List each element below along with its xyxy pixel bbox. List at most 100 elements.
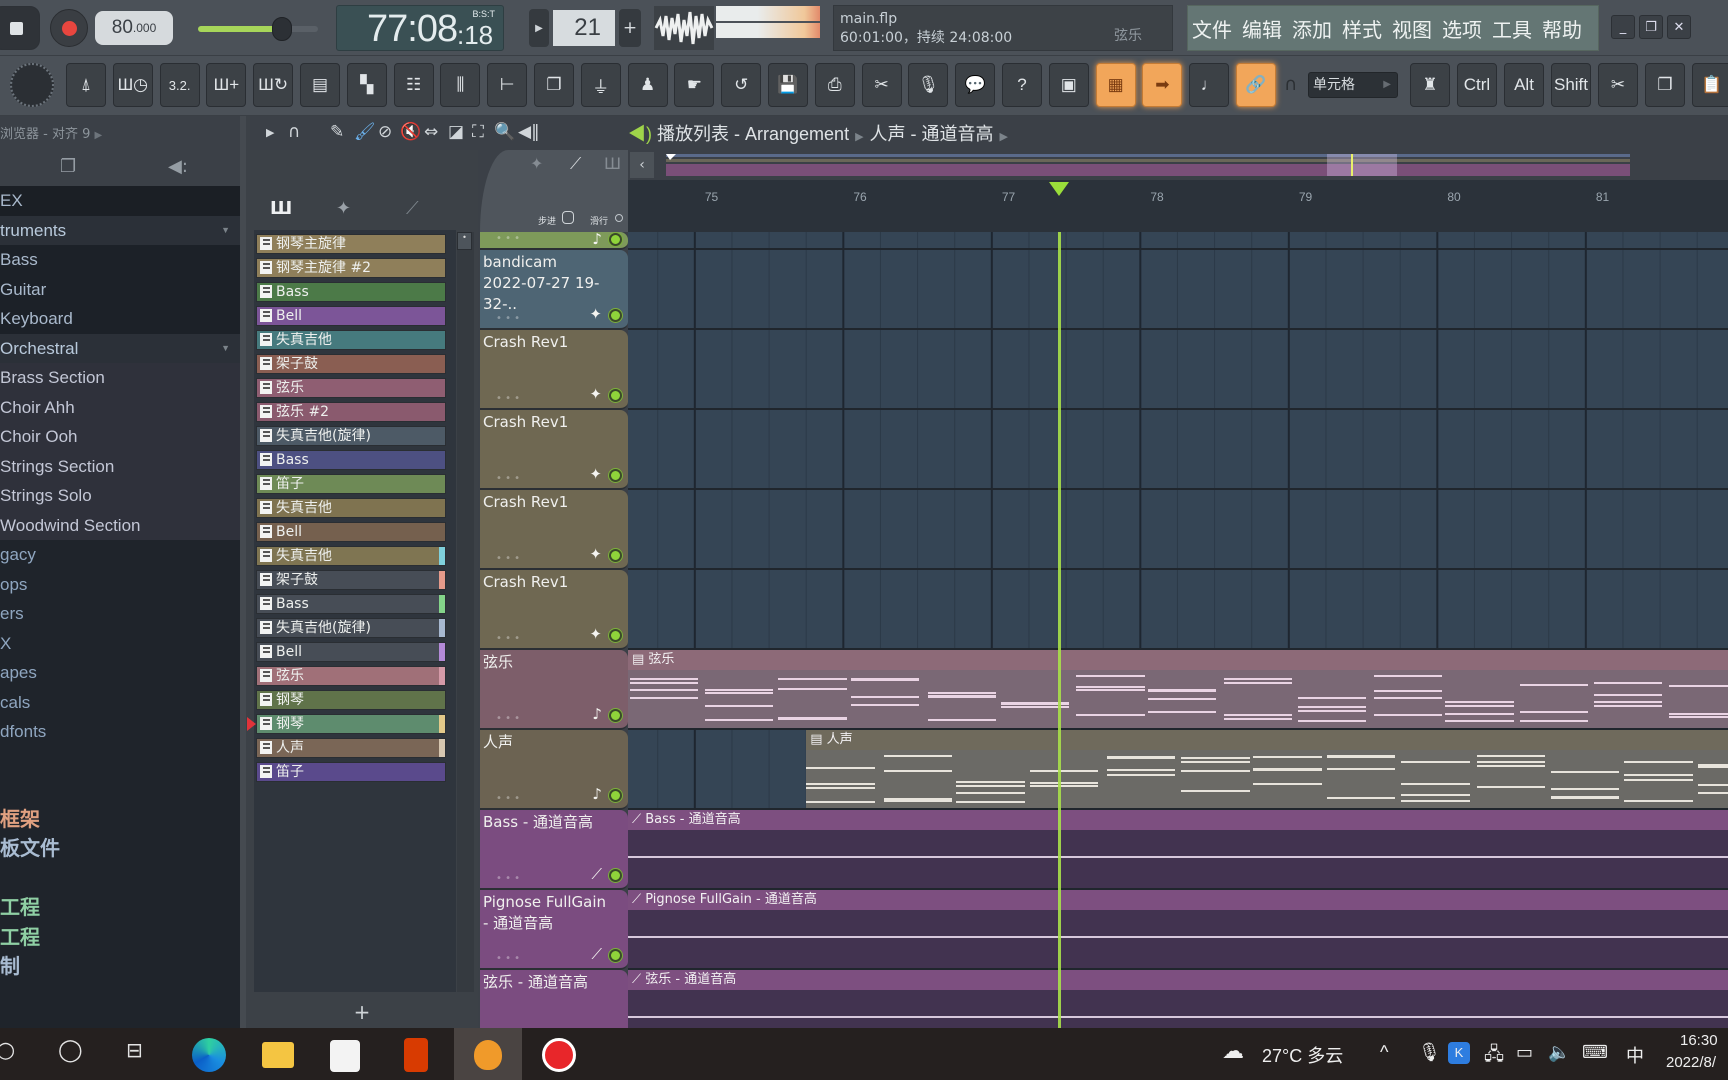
menu-tools[interactable]: 工具 <box>1492 14 1532 43</box>
browser-item[interactable]: dfonts <box>0 717 240 747</box>
playlist-title[interactable]: 播放列表 - Arrangement <box>657 124 849 144</box>
alt-button[interactable]: Alt <box>1504 63 1544 107</box>
track-header[interactable]: Crash Rev1 • • • ✦ <box>480 570 628 650</box>
track-lane[interactable] <box>628 410 1728 490</box>
add-pattern-button[interactable]: + <box>619 9 641 47</box>
plugin-db-button[interactable]: ⏚ <box>580 63 621 107</box>
channel-item[interactable]: Bell <box>256 306 446 326</box>
piano-roll-tab-icon[interactable]: Ш <box>270 198 292 219</box>
metronome-button[interactable]: ⍋ <box>66 63 106 107</box>
browser-item[interactable] <box>0 776 240 806</box>
pattern-clip[interactable]: ▤ 人声 <box>806 730 1728 808</box>
office-icon[interactable] <box>404 1038 428 1072</box>
menu-edit[interactable]: 编辑 <box>1242 14 1282 43</box>
channel-item[interactable]: 钢琴主旋律 <box>256 234 446 254</box>
magnet-icon[interactable]: ∩ <box>288 122 300 142</box>
pattern-menu-button[interactable]: ▶ <box>529 9 549 47</box>
browser-header[interactable]: 浏览器 - 对齐 9 ▶ <box>0 116 240 148</box>
track-header[interactable]: 弦乐 - 通道音高• • •⟋ <box>480 970 628 1028</box>
track-header[interactable]: Pignose FullGain - 通道音高 • • • ⟋ <box>480 890 628 970</box>
bandicam-icon[interactable] <box>542 1038 576 1072</box>
menu-options[interactable]: 选项 <box>1442 14 1482 43</box>
browser-item[interactable]: gacy <box>0 540 240 570</box>
automation-clip-icon[interactable]: ⟋ <box>570 154 581 174</box>
playhead-marker[interactable] <box>1048 182 1069 196</box>
track-lane[interactable]: ⟋ Bass - 通道音高 <box>628 810 1728 890</box>
browser-item[interactable]: X <box>0 629 240 659</box>
track-header[interactable]: Crash Rev1 • • • ✦ <box>480 330 628 410</box>
track-lane[interactable] <box>628 232 1728 250</box>
master-volume-slider[interactable] <box>198 17 318 41</box>
browser-button[interactable]: ⊢ <box>487 63 528 107</box>
channel-item[interactable]: 架子鼓 <box>256 570 446 590</box>
browser-item[interactable]: Brass Section <box>0 363 240 393</box>
zoom-icon[interactable]: 🔍 <box>494 122 515 142</box>
kugou-icon[interactable]: K <box>1448 1042 1470 1064</box>
step-edit-button[interactable]: Ш+ <box>206 63 247 107</box>
loop-record-button[interactable]: Ш↻ <box>253 63 294 107</box>
step-sequencer-button[interactable]: ♩ <box>1189 63 1230 107</box>
channel-item[interactable]: 失真吉他 <box>256 498 446 518</box>
channel-item[interactable]: Bass <box>256 282 446 302</box>
channel-item[interactable]: Bell <box>256 642 446 662</box>
menu-add[interactable]: 添加 <box>1292 14 1332 43</box>
track-enable-led[interactable] <box>609 389 622 402</box>
automation-clip[interactable]: ⟋ Pignose FullGain - 通道音高 <box>628 890 1728 968</box>
minimize-button[interactable]: _ <box>1611 15 1635 39</box>
automation-clip[interactable]: ⟋ 弦乐 - 通道音高 <box>628 970 1728 1028</box>
track-enable-led[interactable] <box>609 549 622 562</box>
paint-icon[interactable]: 🖌 <box>354 122 376 142</box>
slide-toggle[interactable] <box>615 214 623 222</box>
cut-button[interactable]: ✂ <box>1598 63 1638 107</box>
main-pitch-knob[interactable] <box>10 63 54 107</box>
track-menu-icon[interactable]: • • • <box>496 953 520 964</box>
undo-button[interactable]: ↺ <box>721 63 762 107</box>
typing-keyboard-button[interactable]: ▦ <box>1095 63 1136 107</box>
playlist-button[interactable]: ▤ <box>300 63 340 107</box>
tempo-field[interactable]: 80.000 <box>95 11 173 45</box>
store-icon[interactable] <box>330 1040 360 1072</box>
channel-item[interactable]: 失真吉他(旋律) <box>256 618 446 638</box>
oscilloscope[interactable] <box>654 6 714 50</box>
mute-icon[interactable]: 🔇 <box>400 122 421 142</box>
track-menu-icon[interactable]: • • • <box>496 233 520 244</box>
automation-tab-icon[interactable]: ⟋ <box>406 198 419 219</box>
snap-selector[interactable]: 单元格 ▶ <box>1308 72 1398 98</box>
battery-icon[interactable]: ▭ <box>1516 1042 1533 1063</box>
plugin-picker-button[interactable]: ♟ <box>627 63 668 107</box>
browser-item[interactable]: 工程 <box>0 894 240 924</box>
volume-knob[interactable] <box>271 17 292 41</box>
browser-item[interactable] <box>0 865 240 895</box>
master-knob-button[interactable]: ♜ <box>1410 63 1450 107</box>
channel-item[interactable]: 失真吉他(旋律) <box>256 426 446 446</box>
browser-item[interactable]: apes <box>0 658 240 688</box>
shift-button[interactable]: Shift <box>1551 63 1591 107</box>
browser-item[interactable]: 制 <box>0 953 240 983</box>
pattern-clip[interactable]: ▤ 弦乐 <box>628 650 1728 728</box>
pencil-icon[interactable]: ✎ <box>330 122 344 142</box>
track-enable-led[interactable] <box>609 309 622 322</box>
edge-icon[interactable] <box>192 1038 226 1072</box>
channel-item[interactable]: 人声 <box>256 738 446 758</box>
ctrl-button[interactable]: Ctrl <box>1457 63 1497 107</box>
close-button[interactable]: ✕ <box>1667 15 1691 39</box>
fl-studio-taskbar-item[interactable] <box>454 1028 522 1080</box>
browser-item[interactable] <box>0 747 240 777</box>
channel-item[interactable]: 弦乐 <box>256 666 446 686</box>
track-menu-icon[interactable]: • • • <box>496 793 520 804</box>
channel-item[interactable]: 弦乐 <box>256 378 446 398</box>
multilink-button[interactable]: 🔗 <box>1236 63 1276 107</box>
task-view-icon[interactable]: ⊟ <box>126 1038 143 1062</box>
help-button[interactable]: ? <box>1002 63 1042 107</box>
channel-item[interactable]: 笛子 <box>256 762 446 782</box>
track-enable-led[interactable] <box>609 629 622 642</box>
file-icon[interactable]: ❐ <box>60 156 76 177</box>
channel-item[interactable]: 钢琴主旋律 #2 <box>256 258 446 278</box>
scroll-left-button[interactable]: ‹ <box>630 152 654 178</box>
browser-item[interactable]: 板文件 <box>0 835 240 865</box>
channel-item[interactable]: Bass <box>256 594 446 614</box>
channel-item[interactable]: 弦乐 #2 <box>256 402 446 422</box>
file-explorer-icon[interactable] <box>262 1042 294 1068</box>
audio-tab-icon[interactable]: ✦ <box>336 198 351 219</box>
track-menu-icon[interactable]: • • • <box>496 553 520 564</box>
